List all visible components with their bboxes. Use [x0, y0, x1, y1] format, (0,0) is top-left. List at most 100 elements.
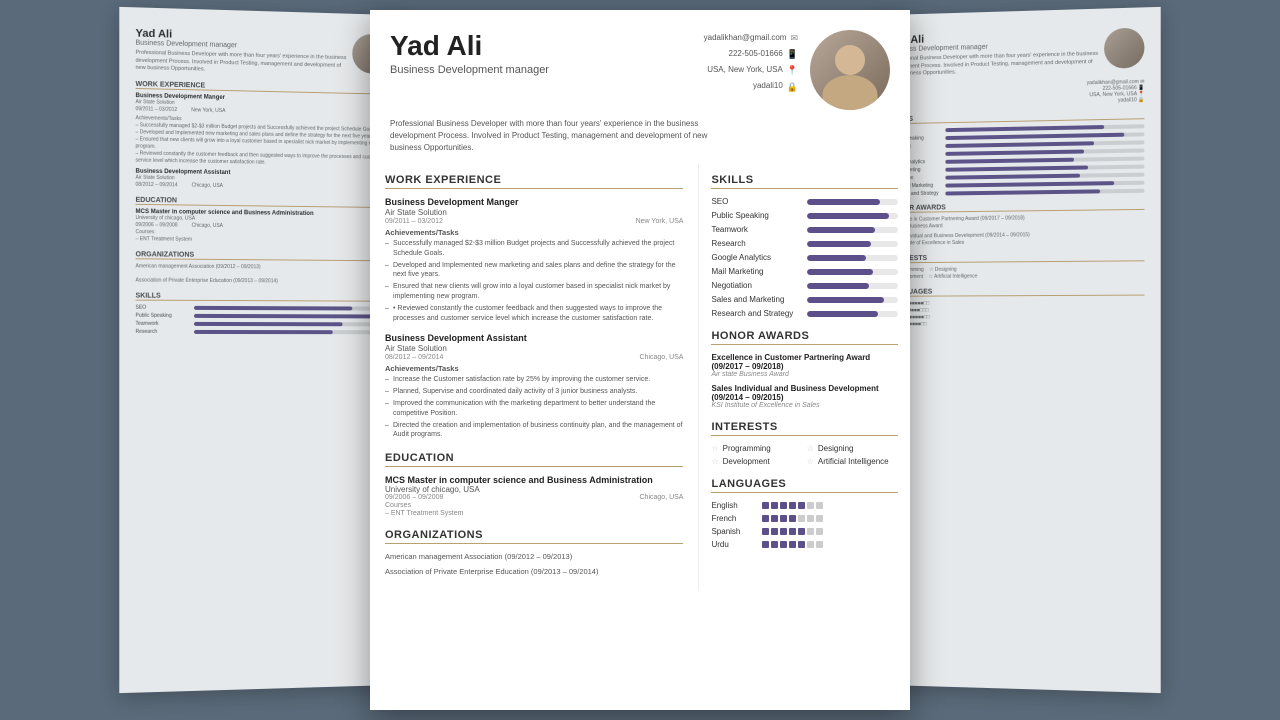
resume-body: WORK EXPERIENCE Business Development Man…: [370, 164, 910, 591]
dot-1: [762, 502, 769, 509]
bullet-2-2: Planned, Supervise and coordinated daily…: [385, 387, 683, 397]
dot-2: [771, 515, 778, 522]
skill-mail-marketing: Mail Marketing: [711, 267, 898, 276]
job-dates-1: 09/2011 – 03/2012: [385, 218, 443, 225]
bullet-2-1: Increase the Customer satisfaction rate …: [385, 375, 683, 385]
education-section-title: EDUCATION: [385, 452, 683, 467]
bg-left-skills-section: SKILLS: [136, 293, 392, 302]
bullet-2-4: Directed the creation and implementation…: [385, 421, 683, 441]
star-ai: ☆: [807, 457, 814, 466]
job-entry-1: Business Development Manger Air State So…: [385, 197, 683, 323]
lang-name-urdu: Urdu: [711, 540, 756, 549]
edu-course-name: – ENT Treatment System: [385, 510, 683, 517]
skill-bar-bg-strategy: [807, 311, 898, 317]
skill-bar-bg-mail: [807, 269, 898, 275]
dot-5: [798, 541, 805, 548]
resume-name: Yad Ali: [390, 30, 549, 62]
star-designing: ☆: [807, 444, 814, 453]
star-development: ☆: [711, 457, 718, 466]
skill-name-seo: SEO: [711, 197, 801, 206]
skill-bar-bg-speaking: [807, 213, 898, 219]
award-title-2: Sales Individual and Business Developmen…: [711, 384, 898, 402]
job-dates-2: 08/2012 – 09/2014: [385, 354, 443, 361]
bg-right-languages: English ■■■■■□□ French ■■■■□□□ Spanish ■…: [889, 300, 1145, 329]
edu-school: University of chicago, USA: [385, 485, 683, 494]
job-title-1: Business Development Manger: [385, 197, 683, 207]
skill-bar-fill-speaking: [807, 213, 888, 219]
dot-7: [816, 541, 823, 548]
lang-spanish: Spanish: [711, 527, 898, 536]
award-sub-1: Air state Business Award: [711, 371, 898, 378]
contact-location-row: USA, New York, USA 📍: [704, 62, 798, 78]
job-title-2: Business Development Assistant: [385, 333, 683, 343]
bg-right-award2: Sales Individual and Business Developmen…: [889, 231, 1145, 247]
bg-skill-seo: SEO: [136, 305, 392, 312]
email-icon: ✉: [790, 30, 798, 46]
honor-awards-section-title: HONOR AWARDS: [711, 330, 898, 345]
dot-3: [780, 541, 787, 548]
dot-4: [789, 528, 796, 535]
bg-right-skill-strategy: Research and Strategy: [889, 188, 1145, 198]
interests-section-title: INTERESTS: [711, 421, 898, 436]
skill-bar-bg-negotiation: [807, 283, 898, 289]
dot-5: [798, 528, 805, 535]
lang-dots-english: [762, 502, 823, 509]
dot-4: [789, 515, 796, 522]
organizations-section-title: ORGANIZATIONS: [385, 529, 683, 544]
org-entry-1: American management Association (09/2012…: [385, 552, 683, 563]
interest-label-ai: Artificial Intelligence: [818, 457, 889, 466]
skill-name-analytics: Google Analytics: [711, 253, 801, 262]
skill-bar-fill-negotiation: [807, 283, 869, 289]
skill-name-negotiation: Negotiation: [711, 281, 801, 290]
job-achievements-label-1: Achievements/Tasks: [385, 228, 683, 237]
job-achievements-label-2: Achievements/Tasks: [385, 364, 683, 373]
contact-phone-row: 222-505-01666 📱: [704, 46, 798, 62]
education-entry-1: MCS Master in computer science and Busin…: [385, 475, 683, 517]
bullet-1-1: Successfully managed $2-$3 million Budge…: [385, 239, 683, 259]
bg-right-interests-section: INTERESTS: [889, 253, 1145, 263]
bullet-1-4: • Reviewed constantly the customer feedb…: [385, 304, 683, 324]
star-programming: ☆: [711, 444, 718, 453]
skill-name-strategy: Research and Strategy: [711, 309, 801, 318]
bg-skill-teamwork: Teamwork: [136, 321, 392, 328]
bg-right-languages-section: LANGUAGES: [889, 288, 1145, 297]
skills-section-title: SKILLS: [711, 174, 898, 189]
lang-urdu: Urdu: [711, 540, 898, 549]
dot-3: [780, 515, 787, 522]
bg-skill-speaking: Public Speaking: [136, 313, 392, 320]
resume-right-column: SKILLS SEO Public Speaking Teamwork: [699, 164, 910, 591]
resume-left-column: WORK EXPERIENCE Business Development Man…: [370, 164, 699, 591]
award-entry-2: Sales Individual and Business Developmen…: [711, 384, 898, 409]
lang-name-english: English: [711, 501, 756, 510]
award-sub-2: KSI Institute of Excellence in Sales: [711, 402, 898, 409]
skill-name-teamwork: Teamwork: [711, 225, 801, 234]
skill-research-strategy: Research and Strategy: [711, 309, 898, 318]
skill-bar-fill-research: [807, 241, 870, 247]
job-meta-2: 08/2012 – 09/2014 Chicago, USA: [385, 354, 683, 361]
dot-3: [780, 528, 787, 535]
bg-left-edu-section: EDUCATION: [136, 197, 392, 208]
skill-negotiation: Negotiation: [711, 281, 898, 290]
dot-1: [762, 541, 769, 548]
job-entry-2: Business Development Assistant Air State…: [385, 333, 683, 440]
skill-bar-fill-analytics: [807, 255, 866, 261]
avatar: [810, 30, 890, 110]
background-resume-left: Yad Ali Business Development manager Pro…: [119, 7, 406, 693]
skill-seo: SEO: [711, 197, 898, 206]
resume-job-title: Business Development manager: [390, 64, 549, 76]
main-resume: Yad Ali Business Development manager yad…: [370, 10, 910, 710]
dot-2: [771, 528, 778, 535]
dot-4: [789, 541, 796, 548]
interest-label-programming: Programming: [723, 444, 771, 453]
dot-6: [807, 528, 814, 535]
interest-label-development: Development: [723, 457, 770, 466]
languages-section-title: LANGUAGES: [711, 478, 898, 493]
lang-french: French: [711, 514, 898, 523]
skill-bar-fill-strategy: [807, 311, 878, 317]
bg-left-bullets1: Achievements/Tasks– Successfully managed…: [136, 115, 392, 168]
edu-dates: 09/2006 – 09/2008: [385, 494, 443, 501]
dot-1: [762, 515, 769, 522]
dot-6: [807, 515, 814, 522]
phone-label: 222-505-01666: [729, 47, 783, 61]
skill-bar-bg-sales: [807, 297, 898, 303]
